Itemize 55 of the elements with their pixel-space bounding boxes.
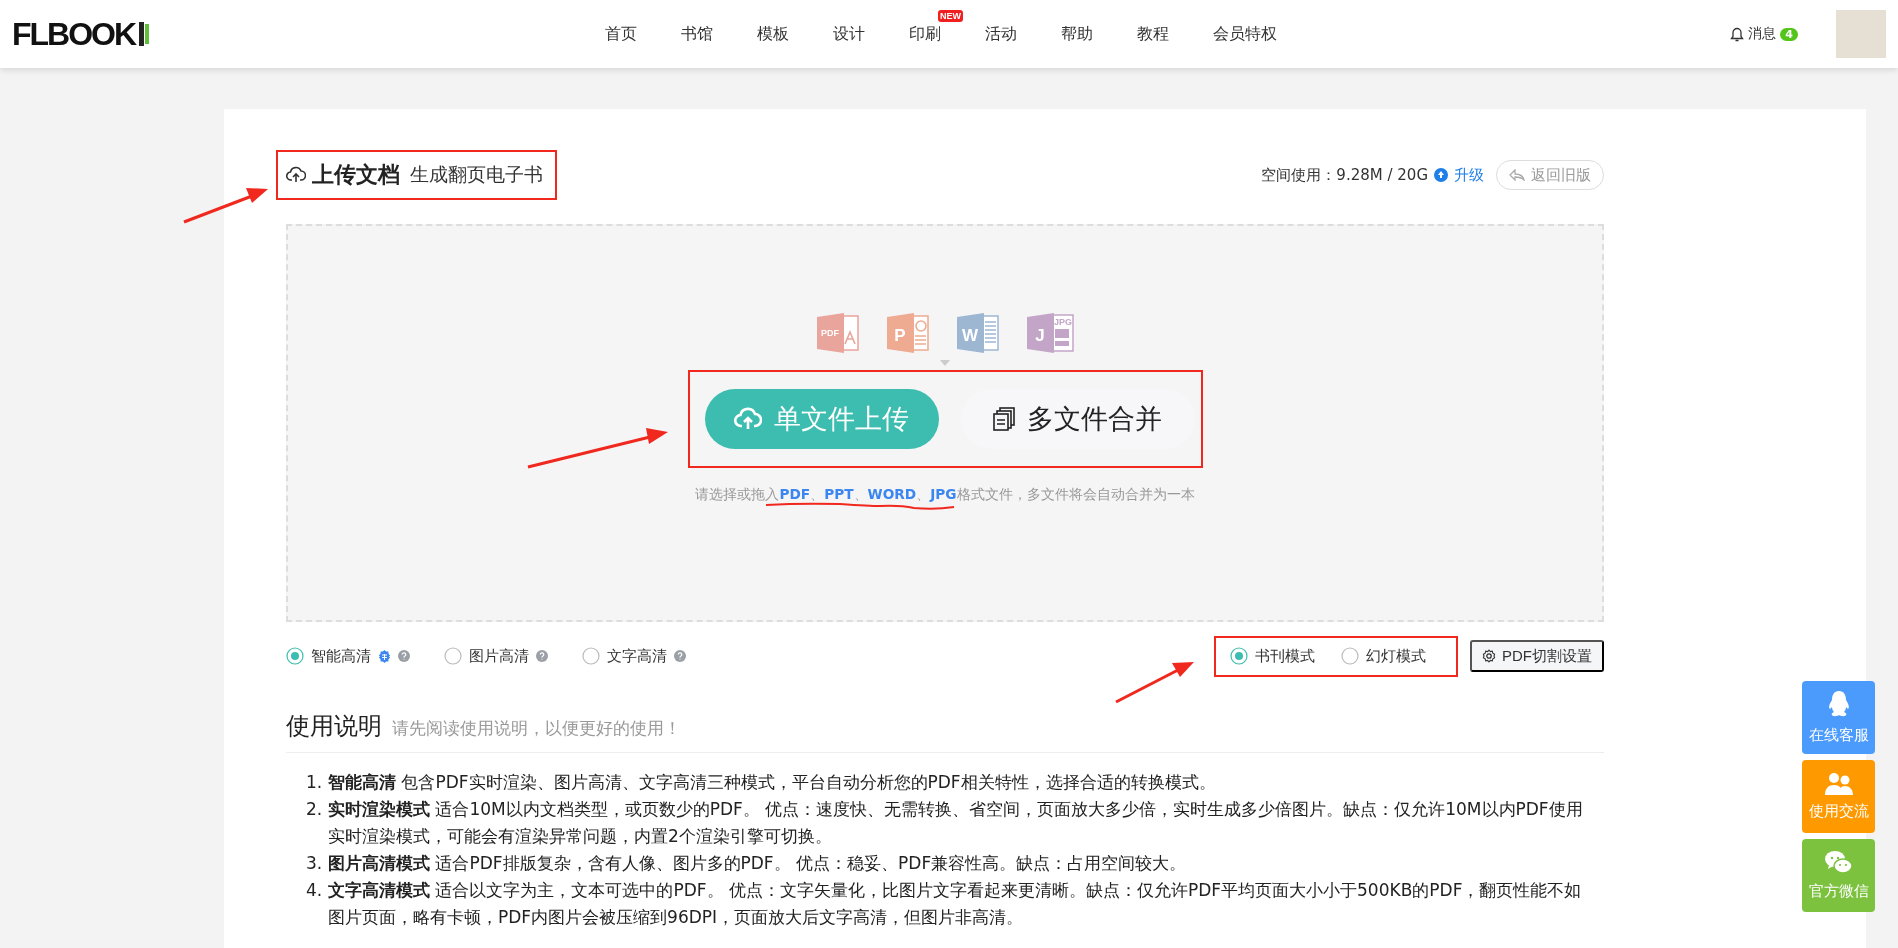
radio-label[interactable]: 图片高清 (469, 646, 529, 666)
cloud-upload-icon (286, 166, 306, 184)
nav-link[interactable]: 帮助 (1061, 23, 1093, 43)
reply-arrow-icon (1509, 169, 1525, 181)
list-number: 3. (306, 852, 322, 875)
caret-icon (940, 360, 950, 366)
radio-label[interactable]: 文字高清 (607, 646, 667, 666)
logo-mark-icon (137, 20, 152, 48)
nav-link[interactable]: 活动 (985, 23, 1017, 43)
help-icon[interactable] (536, 650, 548, 662)
nav-link[interactable]: 教程 (1137, 23, 1169, 43)
radio-button[interactable] (444, 647, 462, 665)
page-subtitle: 生成翻页电子书 (410, 162, 543, 187)
chat-bubbles-icon (1823, 850, 1854, 876)
new-badge: NEW (938, 9, 963, 22)
upload-hint: 请选择或拖入PDF、PPT、WORD、JPG格式文件，多文件将会自动合并为一本 (695, 486, 1195, 504)
page-title: 上传文档 (312, 161, 400, 189)
settings-icon (1482, 649, 1496, 663)
instruction-text: 图片高清模式 适合PDF排版复杂，含有人像、图片多的PDF。 优点：稳妥、PDF兼容性高。缺点：占用空间较大。 (328, 852, 1188, 875)
radio-button[interactable] (1230, 647, 1248, 665)
cloud-upload-icon (734, 407, 762, 431)
pdf-split-settings-button[interactable]: PDF切割设置 (1470, 640, 1604, 672)
drop-zone[interactable]: PDF P W JPG J 单文件上传 多文件合并 请选择或拖入PDF、PPT、WORD、JPG格式文件，多文件将会自动合并为一本 (286, 224, 1604, 622)
radio-button[interactable] (286, 647, 304, 665)
help-icon[interactable] (674, 650, 686, 662)
instruction-text: 实时渲染模式 适合10M以内文档类型，或页数少的PDF。 优点：速度快、无需转换、省空间，页面放大多少倍，实时生成多少倍图片。缺点：仅允许10M以内PDF使用实时渲染模式，可能会有渲染异常问题，内置2个渲染引擎可切换。 (328, 798, 1584, 848)
storage-usage-text: 空间使用：9.28M / 20G (1261, 165, 1428, 185)
message-count-badge: 4 (1780, 27, 1798, 41)
bell-icon[interactable] (1730, 26, 1745, 42)
nav-link[interactable]: 首页 (605, 23, 637, 43)
messages-link[interactable]: 消息 (1748, 25, 1777, 43)
nav-link[interactable]: 书馆 (681, 23, 713, 43)
radio-button[interactable] (582, 647, 600, 665)
list-number: 2. (306, 798, 322, 821)
nav-link[interactable]: 印刷 (909, 23, 941, 43)
instruction-text: 文字高清模式 适合以文字为主，文本可选中的PDF。 优点：文字矢量化，比图片文字看起来更清晰。缺点：仅允许PDF平均页面大小小于500KB的PDF，翻页性能不如图片页面，略有卡顿，PDF内图片会被压缩到96DPI，页面放大后文字高清，但图片非高清。 (328, 879, 1583, 929)
help-icon[interactable] (398, 650, 410, 662)
upgrade-link[interactable]: 升级 (1454, 165, 1484, 185)
merge-files-button[interactable]: 多文件合并 (960, 389, 1195, 449)
people-icon (1823, 772, 1854, 796)
upgrade-icon[interactable] (1434, 168, 1448, 182)
radio-label[interactable]: 书刊模式 (1255, 646, 1315, 666)
section-title: 使用说明 (286, 711, 382, 742)
radio-label[interactable]: 幻灯模式 (1366, 646, 1426, 666)
nav-link[interactable]: 设计 (833, 23, 865, 43)
logo-text[interactable]: FLBOOK (12, 15, 136, 53)
nav-link[interactable]: 会员特权 (1213, 23, 1277, 43)
nav-link[interactable]: 模板 (757, 23, 789, 43)
section-subtitle: 请先阅读使用说明，以便更好的使用！ (392, 717, 681, 740)
radio-button[interactable] (1341, 647, 1359, 665)
list-number: 1. (306, 771, 322, 794)
documents-icon (993, 407, 1015, 431)
instruction-text: 智能高清 包含PDF实时渲染、图片高清、文字高清三种模式，平台自动分析您的PDF相关特性，选择合适的转换模式。 (328, 771, 1217, 794)
radio-label[interactable]: 智能高清 (311, 646, 371, 666)
list-number: 4. (306, 879, 322, 902)
